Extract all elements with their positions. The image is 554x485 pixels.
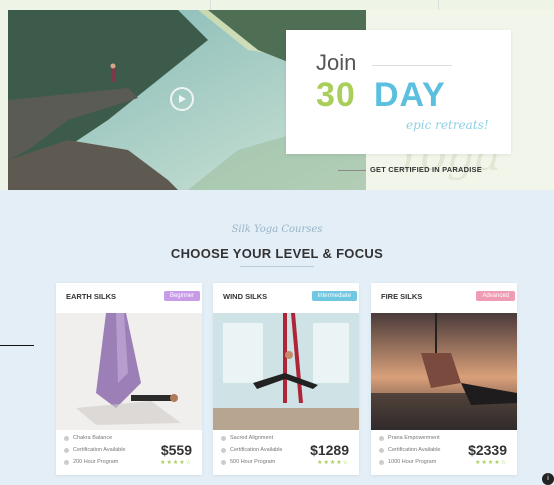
hero-section: Yoga Join 30 DAY epic retreats! GET CERT… bbox=[0, 0, 554, 190]
check-icon bbox=[64, 447, 69, 453]
rating-stars: ★★★★☆ bbox=[475, 460, 507, 466]
join-promo-card: Join 30 DAY epic retreats! bbox=[286, 30, 511, 154]
feature-item: 1000 Hour Program bbox=[379, 459, 436, 465]
course-name: FIRE SILKS bbox=[381, 292, 423, 301]
check-icon bbox=[221, 447, 226, 453]
top-divider bbox=[438, 0, 439, 10]
certified-rule bbox=[338, 170, 366, 171]
promo-number: 30 bbox=[316, 76, 356, 114]
course-card-earth-silks[interactable]: EARTH SILKS Beginner Chakra Balance Cert… bbox=[56, 283, 202, 475]
certified-link[interactable]: GET CERTIFIED IN PARADISE bbox=[370, 165, 482, 174]
feature-item: 200 Hour Program bbox=[64, 459, 118, 465]
top-divider bbox=[210, 0, 211, 10]
course-name: EARTH SILKS bbox=[66, 292, 117, 301]
course-name: WIND SILKS bbox=[223, 292, 268, 301]
corner-action-button[interactable]: i bbox=[542, 473, 554, 485]
join-divider bbox=[372, 65, 452, 66]
promo-day: DAY bbox=[374, 76, 446, 114]
course-image-earth bbox=[56, 313, 202, 430]
check-icon bbox=[379, 435, 384, 441]
feature-item: Chakra Balance bbox=[64, 435, 112, 441]
section-title: CHOOSE YOUR LEVEL & FOCUS bbox=[170, 246, 384, 261]
feature-label: Certification Available bbox=[388, 447, 441, 453]
feature-item: Sacred Alignment bbox=[221, 435, 273, 441]
feature-item: Prana Empowerment bbox=[379, 435, 440, 441]
feature-label: Prana Empowerment bbox=[388, 435, 440, 441]
course-price: $1289 bbox=[310, 442, 349, 458]
play-icon bbox=[179, 95, 186, 103]
rating-stars: ★★★★☆ bbox=[317, 460, 349, 466]
promo-tagline: epic retreats! bbox=[406, 118, 489, 132]
check-icon bbox=[379, 447, 384, 453]
feature-item: Certification Available bbox=[221, 447, 282, 453]
edge-marker-line bbox=[0, 345, 34, 346]
course-card-fire-silks[interactable]: FIRE SILKS Advanced Prana Empowerment Ce… bbox=[371, 283, 517, 475]
feature-item: 500 Hour Program bbox=[221, 459, 275, 465]
level-badge: Intermediate bbox=[311, 291, 357, 301]
level-badge: Advanced bbox=[476, 291, 515, 301]
feature-label: Certification Available bbox=[73, 447, 126, 453]
feature-label: Certification Available bbox=[230, 447, 283, 453]
feature-item: Certification Available bbox=[64, 447, 125, 453]
section-script-title: Silk Yoga Courses bbox=[231, 224, 323, 235]
join-label: Join bbox=[316, 50, 357, 75]
check-icon bbox=[64, 435, 69, 441]
course-image-wind bbox=[213, 313, 359, 430]
feature-label: 500 Hour Program bbox=[230, 459, 276, 465]
check-icon bbox=[221, 459, 226, 465]
course-image-fire bbox=[371, 313, 517, 430]
course-card-wind-silks[interactable]: WIND SILKS Intermediate Sacred Alignment… bbox=[213, 283, 359, 475]
check-icon bbox=[64, 459, 69, 465]
feature-label: Sacred Alignment bbox=[230, 435, 274, 441]
feature-label: Chakra Balance bbox=[73, 435, 113, 441]
courses-section: Silk Yoga Courses CHOOSE YOUR LEVEL & FO… bbox=[0, 190, 554, 485]
rating-stars: ★★★★☆ bbox=[160, 460, 192, 466]
play-video-button[interactable] bbox=[170, 87, 194, 111]
feature-item: Certification Available bbox=[379, 447, 440, 453]
level-badge: Beginner bbox=[163, 291, 200, 301]
info-icon: i bbox=[547, 475, 549, 482]
feature-label: 200 Hour Program bbox=[73, 459, 119, 465]
title-divider bbox=[240, 266, 314, 267]
check-icon bbox=[221, 435, 226, 441]
course-price: $559 bbox=[160, 442, 192, 458]
course-price: $2339 bbox=[468, 442, 507, 458]
check-icon bbox=[379, 459, 384, 465]
feature-label: 1000 Hour Program bbox=[388, 459, 437, 465]
